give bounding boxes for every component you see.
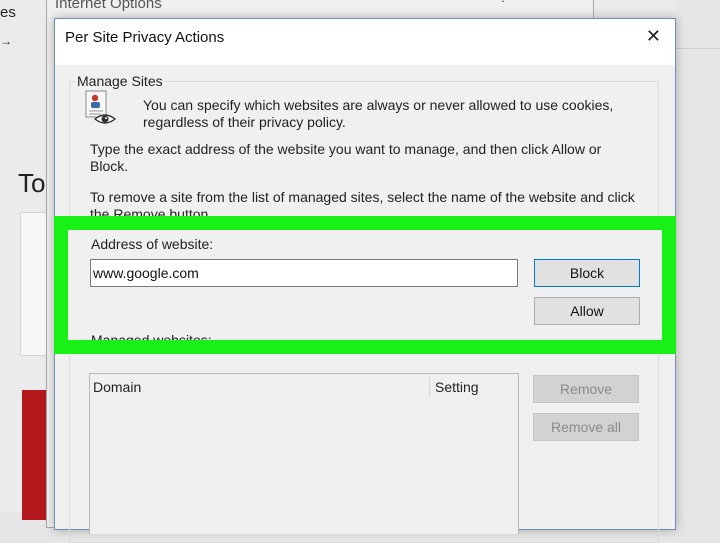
column-header-setting[interactable]: Setting bbox=[435, 379, 479, 395]
background-heading-fragment: To bbox=[18, 168, 46, 198]
column-divider bbox=[429, 377, 430, 397]
managed-websites-list[interactable] bbox=[89, 373, 519, 534]
managed-websites-label: Managed websites: bbox=[91, 332, 212, 340]
privacy-document-eye-icon bbox=[85, 90, 117, 124]
allow-button[interactable]: Allow bbox=[534, 297, 640, 325]
help-icon[interactable]: ? bbox=[499, 0, 507, 5]
manage-sites-label: Manage Sites bbox=[75, 73, 165, 89]
background-divider bbox=[676, 48, 720, 49]
remove-all-button[interactable]: Remove all bbox=[533, 413, 639, 441]
remove-button[interactable]: Remove bbox=[533, 375, 639, 403]
info-text-cookies: You can specify which websites are alway… bbox=[143, 97, 614, 130]
highlight-frame: Address of website: Block Allow Managed … bbox=[54, 216, 676, 354]
close-icon[interactable]: ✕ bbox=[557, 0, 571, 6]
dialog-title: Per Site Privacy Actions bbox=[65, 29, 225, 46]
close-icon[interactable]: ✕ bbox=[646, 26, 661, 46]
background-red-bar bbox=[22, 390, 48, 520]
block-button[interactable]: Block bbox=[534, 259, 640, 287]
internet-options-title: Internet Options bbox=[55, 0, 162, 12]
column-header-domain[interactable]: Domain bbox=[93, 379, 141, 395]
background-right-strip bbox=[676, 0, 720, 512]
background-text-fragment: es bbox=[0, 4, 16, 21]
address-label: Address of website: bbox=[91, 236, 214, 252]
info-text-address: Type the exact address of the website yo… bbox=[90, 141, 602, 174]
background-arrow-fragment: → bbox=[0, 34, 12, 48]
website-address-input[interactable] bbox=[90, 259, 518, 287]
